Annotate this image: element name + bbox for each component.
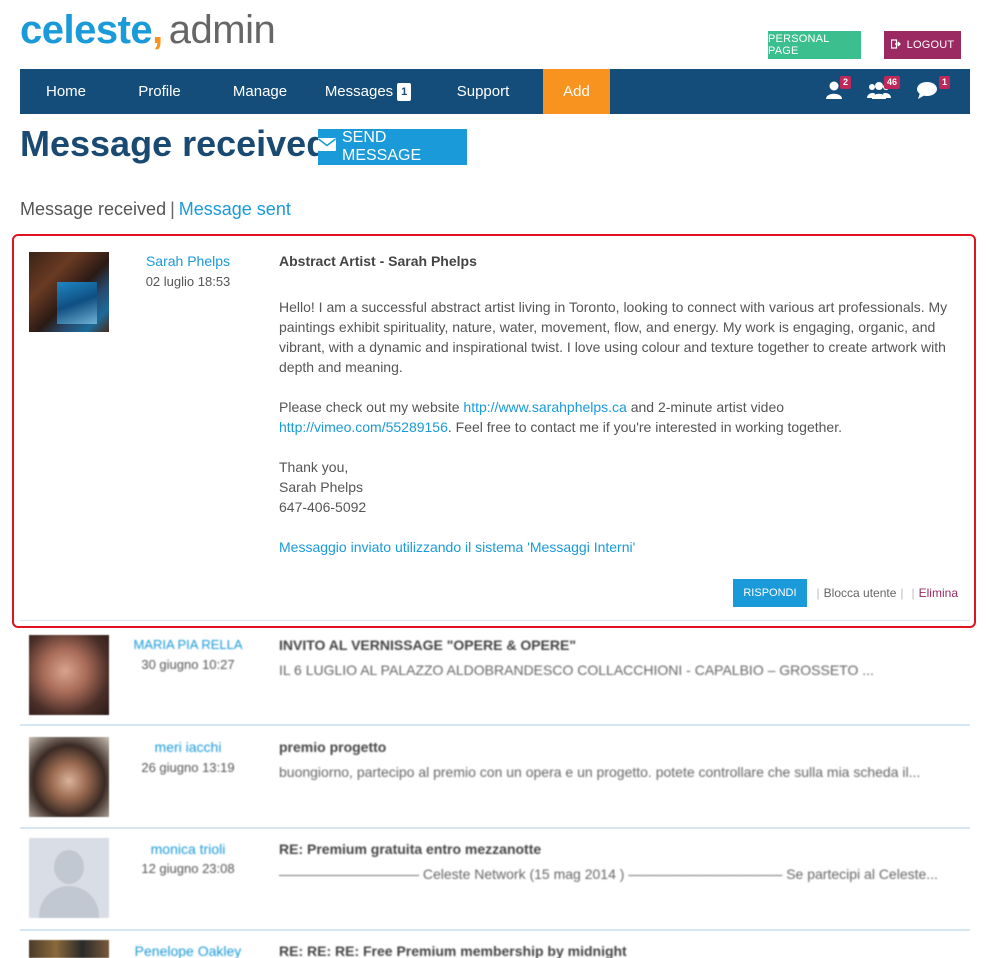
sender-name[interactable]: meri iacchi <box>108 739 268 755</box>
logout-icon <box>890 38 901 52</box>
nav-icon-group: 2 46 1 <box>790 69 970 114</box>
messages-count-badge: 1 <box>397 82 412 101</box>
message-subnav: Message received | Message sent <box>20 198 291 220</box>
text-segment: and 2-minute artist video <box>626 399 785 415</box>
row-divider <box>20 724 970 726</box>
logo-suffix: admin <box>168 8 276 52</box>
sender-name[interactable]: Sarah Phelps <box>108 253 268 269</box>
message-subject[interactable]: RE: Premium gratuita entro mezzanotte <box>279 841 541 857</box>
logo-comma: , <box>152 8 163 52</box>
nav-messages-label: Messages <box>324 83 394 100</box>
send-message-button[interactable]: SEND MESSAGE <box>318 129 467 165</box>
nav-messages[interactable]: Messages 1 <box>313 69 423 114</box>
message-actions: RISPONDI | Blocca utente | | Elimina <box>733 579 958 607</box>
nav-home-label: Home <box>45 83 86 100</box>
logout-label: LOGOUT <box>906 39 955 51</box>
message-preview: IL 6 LUGLIO AL PALAZZO ALDOBRANDESCO COL… <box>279 662 874 678</box>
nav-profile-label: Profile <box>138 83 181 100</box>
message-body: Hello! I am a successful abstract artist… <box>279 297 959 577</box>
sender-name[interactable]: monica trioli <box>108 841 268 857</box>
message-subject[interactable]: RE: RE: RE: Free Premium membership by m… <box>279 943 627 958</box>
message-subject[interactable]: INVITO AL VERNISSAGE "OPERE & OPERE" <box>279 637 576 653</box>
send-message-label: SEND MESSAGE <box>342 129 422 164</box>
action-separator: | <box>900 586 904 600</box>
chat-notification-badge: 1 <box>939 76 951 89</box>
message-date: 12 giugno 23:08 <box>141 861 235 876</box>
nav-support[interactable]: Support <box>423 69 543 114</box>
message-paragraph: Hello! I am a successful abstract artist… <box>279 299 948 375</box>
page-title: Message received <box>20 123 329 164</box>
sender-avatar[interactable] <box>29 940 109 958</box>
envelope-icon <box>318 138 336 156</box>
message-preview: buongiorno, partecipo al premio con un o… <box>279 764 921 780</box>
message-paragraph-links: Please check out my website http://www.s… <box>279 397 959 437</box>
message-closing: Thank you, Sarah Phelps 647-406-5092 <box>279 457 959 517</box>
website-link[interactable]: http://www.sarahphelps.ca <box>463 399 626 415</box>
subnav-separator: | <box>170 199 175 219</box>
nav-home[interactable]: Home <box>20 69 112 114</box>
subnav-received: Message received <box>20 199 167 219</box>
chat-icon[interactable]: 1 <box>916 76 951 105</box>
sender-name[interactable]: MARIA PIA RELLA <box>108 637 268 652</box>
message-subject: Abstract Artist - Sarah Phelps <box>279 253 477 269</box>
reply-button[interactable]: RISPONDI <box>733 579 807 607</box>
text-segment: Please check out my website <box>279 399 464 415</box>
personal-page-button[interactable]: PERSONAL PAGE <box>768 31 861 59</box>
sender-name[interactable]: Penelope Oakley <box>108 943 268 958</box>
nav-manage-label: Manage <box>232 83 288 100</box>
action-separator: | <box>816 586 820 600</box>
message-date: 30 giugno 10:27 <box>141 657 235 672</box>
user-notification-badge: 2 <box>840 76 852 89</box>
text-segment: . Feel free to contact me if you're inte… <box>447 419 842 435</box>
closing-phone: 647-406-5092 <box>279 499 367 515</box>
video-link[interactable]: http://vimeo.com/55289156 <box>279 419 448 435</box>
logo-brand: celeste <box>20 8 153 52</box>
nav-manage[interactable]: Manage <box>207 69 313 114</box>
main-nav: Home Profile Manage Messages 1 Support Ad… <box>20 69 970 114</box>
sender-avatar[interactable] <box>29 635 109 715</box>
message-date: 02 luglio 18:53 <box>145 274 231 289</box>
nav-support-label: Support <box>456 83 510 100</box>
logout-button[interactable]: LOGOUT <box>884 31 961 59</box>
system-note: Messaggio inviato utilizzando il sistema… <box>279 539 636 555</box>
message-subject[interactable]: premio progetto <box>279 739 386 755</box>
reply-label: RISPONDI <box>743 587 797 599</box>
nav-add-label: Add <box>563 83 590 100</box>
message-date: 26 giugno 13:19 <box>141 760 235 775</box>
sender-avatar[interactable] <box>29 737 109 817</box>
sender-avatar[interactable] <box>29 838 109 918</box>
closing-name: Sarah Phelps <box>279 479 364 495</box>
row-divider <box>20 929 970 931</box>
nav-profile[interactable]: Profile <box>112 69 207 114</box>
site-logo[interactable]: celeste, admin <box>20 6 276 54</box>
closing-line: Thank you, <box>279 459 349 475</box>
action-separator: | <box>911 586 915 600</box>
user-icon[interactable]: 2 <box>825 76 852 105</box>
message-preview: —————————— Celeste Network (15 mag 2014 … <box>279 866 938 882</box>
users-notification-badge: 46 <box>884 76 901 89</box>
subnav-sent-link[interactable]: Message sent <box>179 199 291 219</box>
row-divider <box>20 827 970 829</box>
delete-link[interactable]: Elimina <box>919 586 958 600</box>
users-icon[interactable]: 46 <box>867 76 901 105</box>
personal-page-label: PERSONAL PAGE <box>768 33 830 57</box>
nav-add[interactable]: Add <box>543 69 610 114</box>
block-user-link[interactable]: Blocca utente <box>824 586 897 600</box>
sender-avatar[interactable] <box>29 252 109 332</box>
